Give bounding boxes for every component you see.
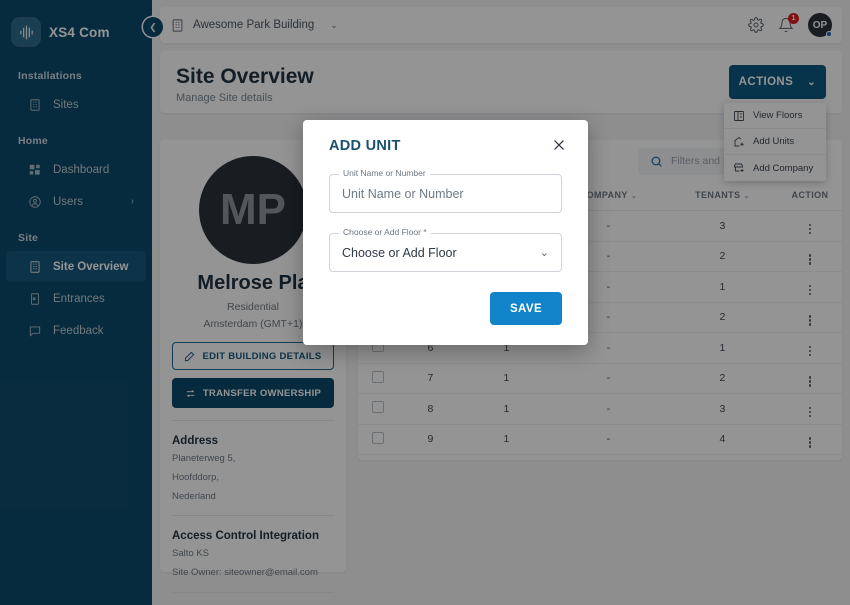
floor-select-value: Choose or Add Floor <box>342 245 457 260</box>
unit-name-field[interactable]: Unit Name or Number Unit Name or Number <box>329 168 562 213</box>
app-root: XS4 Com Installations Sites Home Dashboa… <box>0 0 850 605</box>
save-button-label: SAVE <box>509 302 543 315</box>
modal-title: ADD UNIT <box>329 138 401 154</box>
save-button[interactable]: SAVE <box>490 292 562 325</box>
floor-select-label: Choose or Add Floor * <box>339 227 431 237</box>
add-unit-modal: ADD UNIT Unit Name or Number Unit Name o… <box>303 120 588 345</box>
floor-select-input[interactable]: Choose or Add Floor ⌄ <box>329 233 562 272</box>
chevron-down-icon: ⌄ <box>539 247 549 259</box>
close-icon[interactable] <box>552 138 566 152</box>
unit-name-input[interactable]: Unit Name or Number <box>329 174 562 213</box>
unit-name-placeholder: Unit Name or Number <box>342 186 464 201</box>
floor-select-field[interactable]: Choose or Add Floor * Choose or Add Floo… <box>329 227 562 272</box>
unit-name-label: Unit Name or Number <box>339 168 430 178</box>
